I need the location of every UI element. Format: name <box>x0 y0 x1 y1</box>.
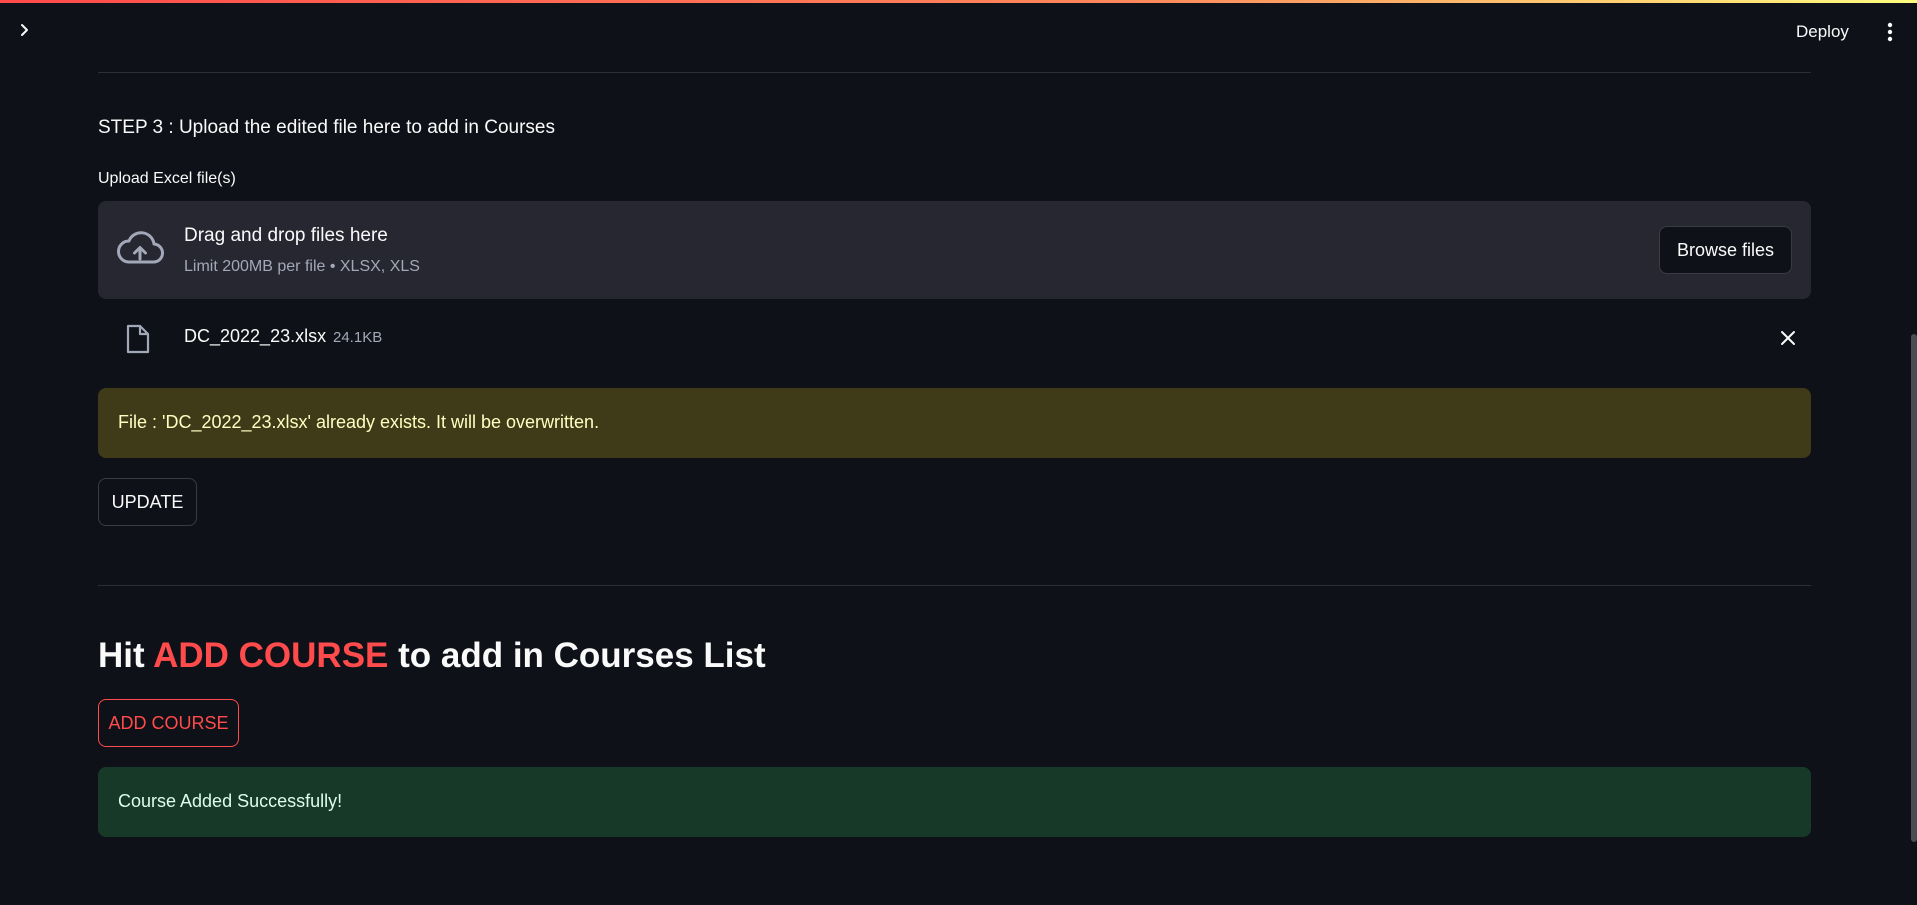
success-alert: Course Added Successfully! <box>98 767 1811 837</box>
heading-suffix: to add in Courses List <box>388 636 766 675</box>
scrollbar-thumb[interactable] <box>1911 334 1917 842</box>
dropzone-limit-text: Limit 200MB per file • XLSX, XLS <box>184 258 420 275</box>
sidebar-toggle-button[interactable] <box>12 17 38 43</box>
file-dropzone[interactable]: Drag and drop files here Limit 200MB per… <box>98 201 1811 299</box>
browse-files-button[interactable]: Browse files <box>1659 226 1792 274</box>
remove-file-button[interactable] <box>1776 326 1800 350</box>
success-message: Course Added Successfully! <box>118 791 343 811</box>
uploader-label: Upload Excel file(s) <box>98 170 236 187</box>
add-course-button[interactable]: ADD COURSE <box>98 699 239 747</box>
uploaded-file-row: DC_2022_23.xlsx 24.1KB <box>98 312 1811 364</box>
section-divider <box>98 585 1811 586</box>
cloud-upload-icon <box>117 231 164 264</box>
main-menu-button[interactable] <box>1880 19 1900 45</box>
uploaded-file-size: 24.1KB <box>333 329 383 346</box>
file-icon <box>126 324 150 354</box>
uploaded-file-name: DC_2022_23.xlsx <box>184 326 327 346</box>
update-button[interactable]: UPDATE <box>98 478 197 526</box>
warning-alert: File : 'DC_2022_23.xlsx' already exists.… <box>98 388 1811 458</box>
close-icon <box>1781 331 1795 345</box>
warning-message: File : 'DC_2022_23.xlsx' already exists.… <box>118 412 600 432</box>
dropzone-title: Drag and drop files here <box>184 225 388 246</box>
section-divider <box>98 72 1811 73</box>
step3-instruction: STEP 3 : Upload the edited file here to … <box>98 117 555 138</box>
heading-prefix: Hit <box>98 636 154 675</box>
main-content: STEP 3 : Upload the edited file here to … <box>98 0 1811 905</box>
add-course-heading: Hit ADD COURSE to add in Courses List <box>98 636 766 676</box>
heading-accent: ADD COURSE <box>153 636 389 675</box>
chevron-right-icon <box>21 24 28 36</box>
vertical-dots-icon <box>1887 22 1893 42</box>
